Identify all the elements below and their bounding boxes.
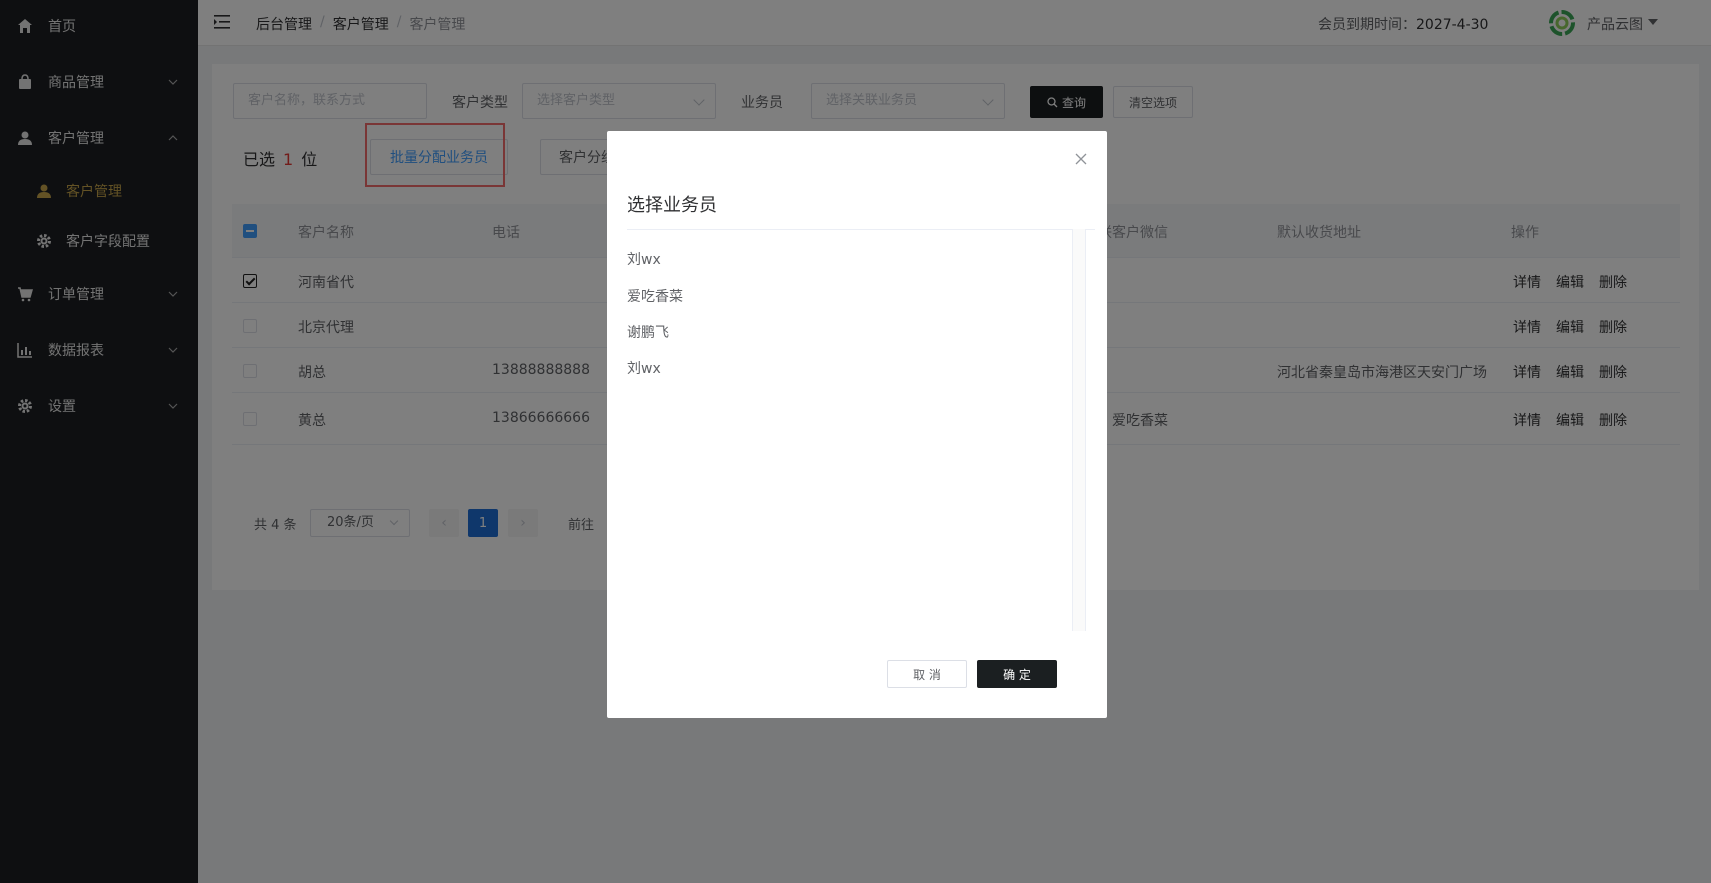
close-icon[interactable] <box>1073 151 1089 167</box>
salesman-option[interactable]: 刘wx <box>627 358 661 378</box>
cancel-button[interactable]: 取 消 <box>887 660 967 688</box>
select-salesman-dialog: 选择业务员 刘wx 爱吃香菜 谢鹏飞 刘wx 取 消 确 定 <box>607 131 1107 718</box>
confirm-button[interactable]: 确 定 <box>977 660 1057 688</box>
scrollbar[interactable] <box>1072 229 1086 631</box>
salesman-option[interactable]: 谢鹏飞 <box>627 322 669 342</box>
divider <box>627 229 1095 230</box>
salesman-option[interactable]: 刘wx <box>627 249 661 269</box>
dialog-title: 选择业务员 <box>627 195 717 216</box>
salesman-option[interactable]: 爱吃香菜 <box>627 286 683 306</box>
